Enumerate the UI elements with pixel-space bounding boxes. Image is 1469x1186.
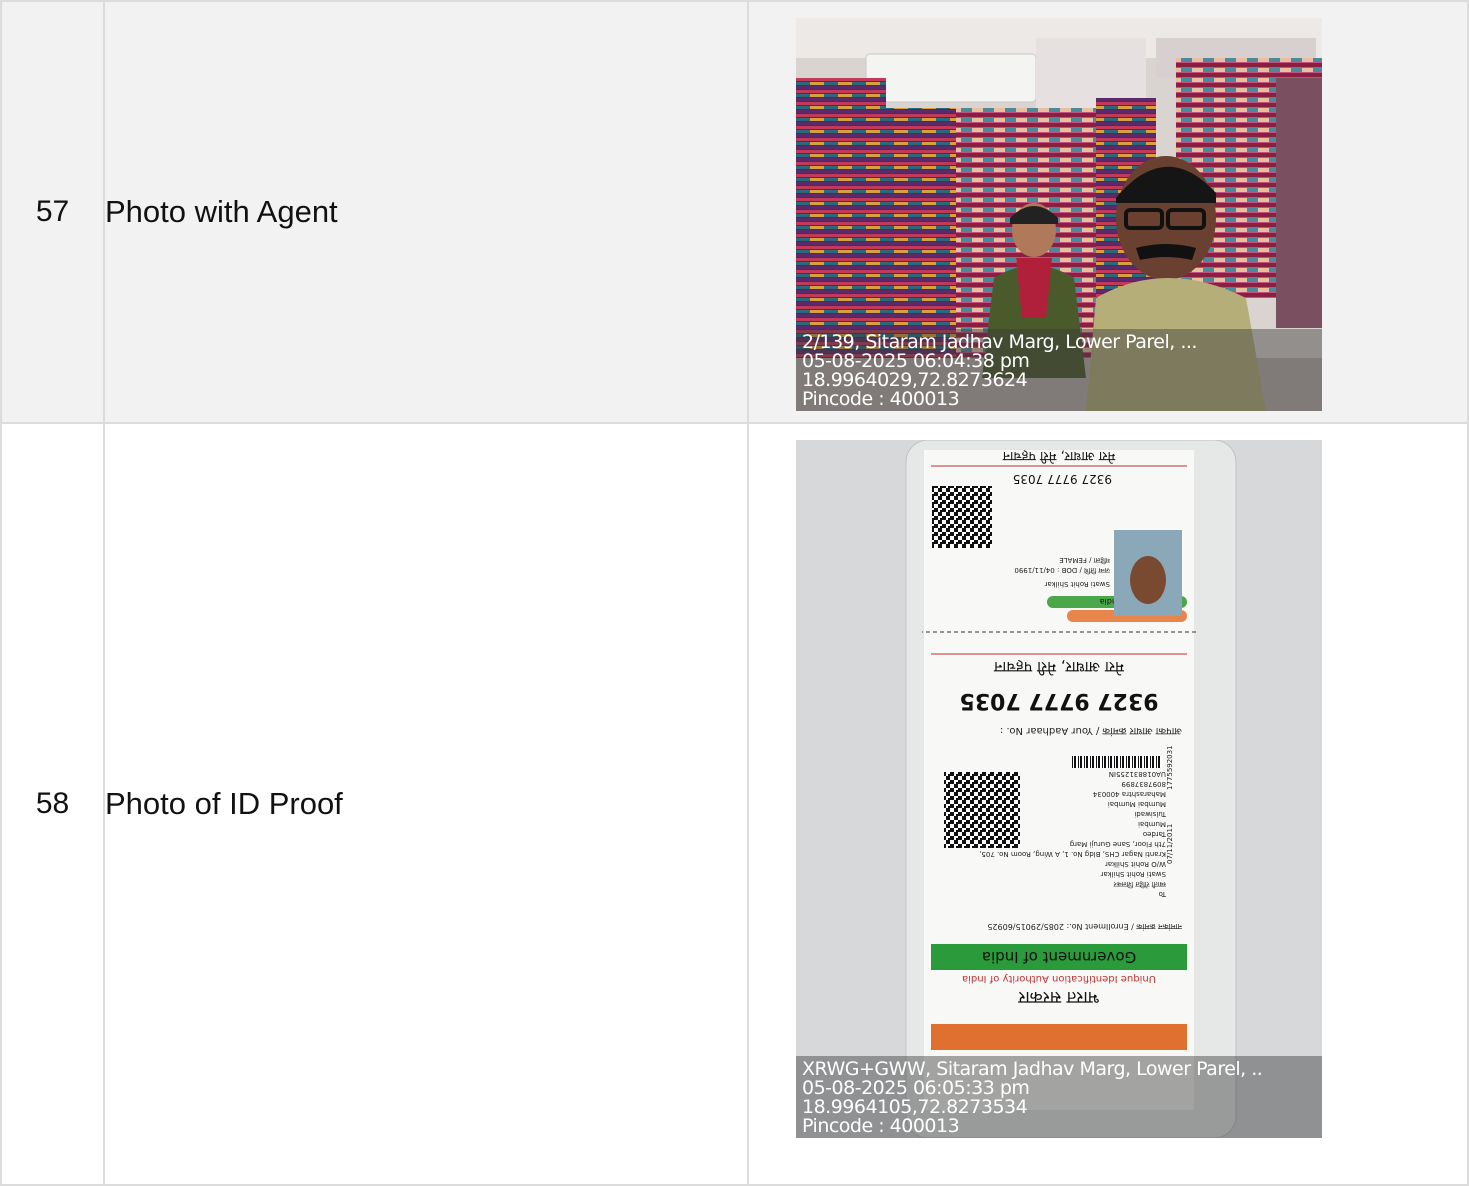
address-line: To	[1159, 890, 1167, 898]
card-front-tagline: मेरा आधार, मेरी पहचान	[1002, 448, 1115, 464]
agent-photo[interactable]: 2/139, Sitaram Jadhav Marg, Lower Parel,…	[796, 18, 1322, 411]
card-uidai: Unique Identification Authority of India	[962, 973, 1156, 984]
side-date: 07/11/2011	[1166, 824, 1174, 864]
address-line: Swati Rohit Shilkar	[1100, 870, 1166, 878]
stamp-datetime: 05-08-2025 06:04:38 pm	[802, 352, 1030, 371]
barcode-id: UA018831255IN	[1109, 770, 1166, 778]
table-row: 58 Photo of ID Proof भारत सरकार Unique I…	[0, 422, 1469, 1186]
address-line: स्वाती रोहित शिलकर	[1113, 880, 1166, 889]
card-aadhaar-number: 9327 9777 7035	[959, 688, 1158, 713]
id-card-illustration: भारत सरकार Unique Identification Authori…	[796, 440, 1322, 1138]
card-name: Swati Rohit Shilkar	[1044, 580, 1110, 588]
card-dob: जन्म तिथि / DOB : 04/11/1990	[1014, 566, 1110, 575]
row-label: Photo with Agent	[103, 0, 749, 424]
stamp-datetime: 05-08-2025 06:05:33 pm	[802, 1079, 1030, 1098]
record-table: 57 Photo with Agent 2/139, Sitaram Jadha…	[0, 0, 1469, 1186]
card-tagline: मेरा आधार, मेरी पहचान	[993, 658, 1124, 676]
photo-cell: 2/139, Sitaram Jadhav Marg, Lower Parel,…	[747, 0, 1469, 424]
card-gender: महिला / FEMALE	[1059, 556, 1110, 565]
address-line: 8097837899	[1121, 780, 1166, 788]
stamp-address: 2/139, Sitaram Jadhav Marg, Lower Parel,…	[802, 333, 1197, 352]
side-number: 1775592031	[1166, 745, 1174, 790]
table-row: 57 Photo with Agent 2/139, Sitaram Jadha…	[0, 0, 1469, 424]
card-govt-hindi: भारत सरकार	[1017, 987, 1099, 1007]
geotag-stamp: XRWG+GWW, Sitaram Jadhav Marg, Lower Par…	[796, 1056, 1322, 1138]
stamp-coordinates: 18.9964029,72.8273624	[802, 371, 1028, 390]
address-line: W/O Rohit Shilkar	[1105, 860, 1166, 868]
photo-cell: भारत सरकार Unique Identification Authori…	[747, 422, 1469, 1186]
stamp-pincode: Pincode : 400013	[802, 1117, 960, 1136]
address-line: Tulsiwadi	[1134, 810, 1167, 818]
card-aadhaar-label: आपका आधार क्रमांक / Your Aadhaar No. :	[1000, 725, 1182, 737]
card-govt-english: Government of India	[982, 948, 1136, 966]
address-line: Maharashtra 400034	[1092, 790, 1166, 798]
stamp-coordinates: 18.9964105,72.8273534	[802, 1098, 1028, 1117]
row-label: Photo of ID Proof	[103, 422, 749, 1186]
stamp-address: XRWG+GWW, Sitaram Jadhav Marg, Lower Par…	[802, 1060, 1263, 1079]
card-front-number: 9327 9777 7035	[1013, 472, 1112, 486]
row-number: 58	[0, 422, 105, 1186]
address-line: Kranti Nagar CHS, Bldg No. 1, A Wing, Ro…	[979, 850, 1166, 858]
address-line: 7th Floor, Sane Guruji Marg	[1070, 840, 1166, 848]
row-number: 57	[0, 0, 105, 424]
address-line: Mumbai Mumbai	[1108, 800, 1166, 808]
address-line: Mumbai	[1138, 820, 1166, 828]
address-line: Tardeo	[1143, 830, 1167, 838]
stamp-pincode: Pincode : 400013	[802, 390, 960, 409]
id-proof-photo[interactable]: भारत सरकार Unique Identification Authori…	[796, 440, 1322, 1138]
geotag-stamp: 2/139, Sitaram Jadhav Marg, Lower Parel,…	[796, 329, 1322, 411]
card-enrollment: नामांकन क्रमांक / Enrollment No.: 2085/2…	[987, 922, 1182, 931]
